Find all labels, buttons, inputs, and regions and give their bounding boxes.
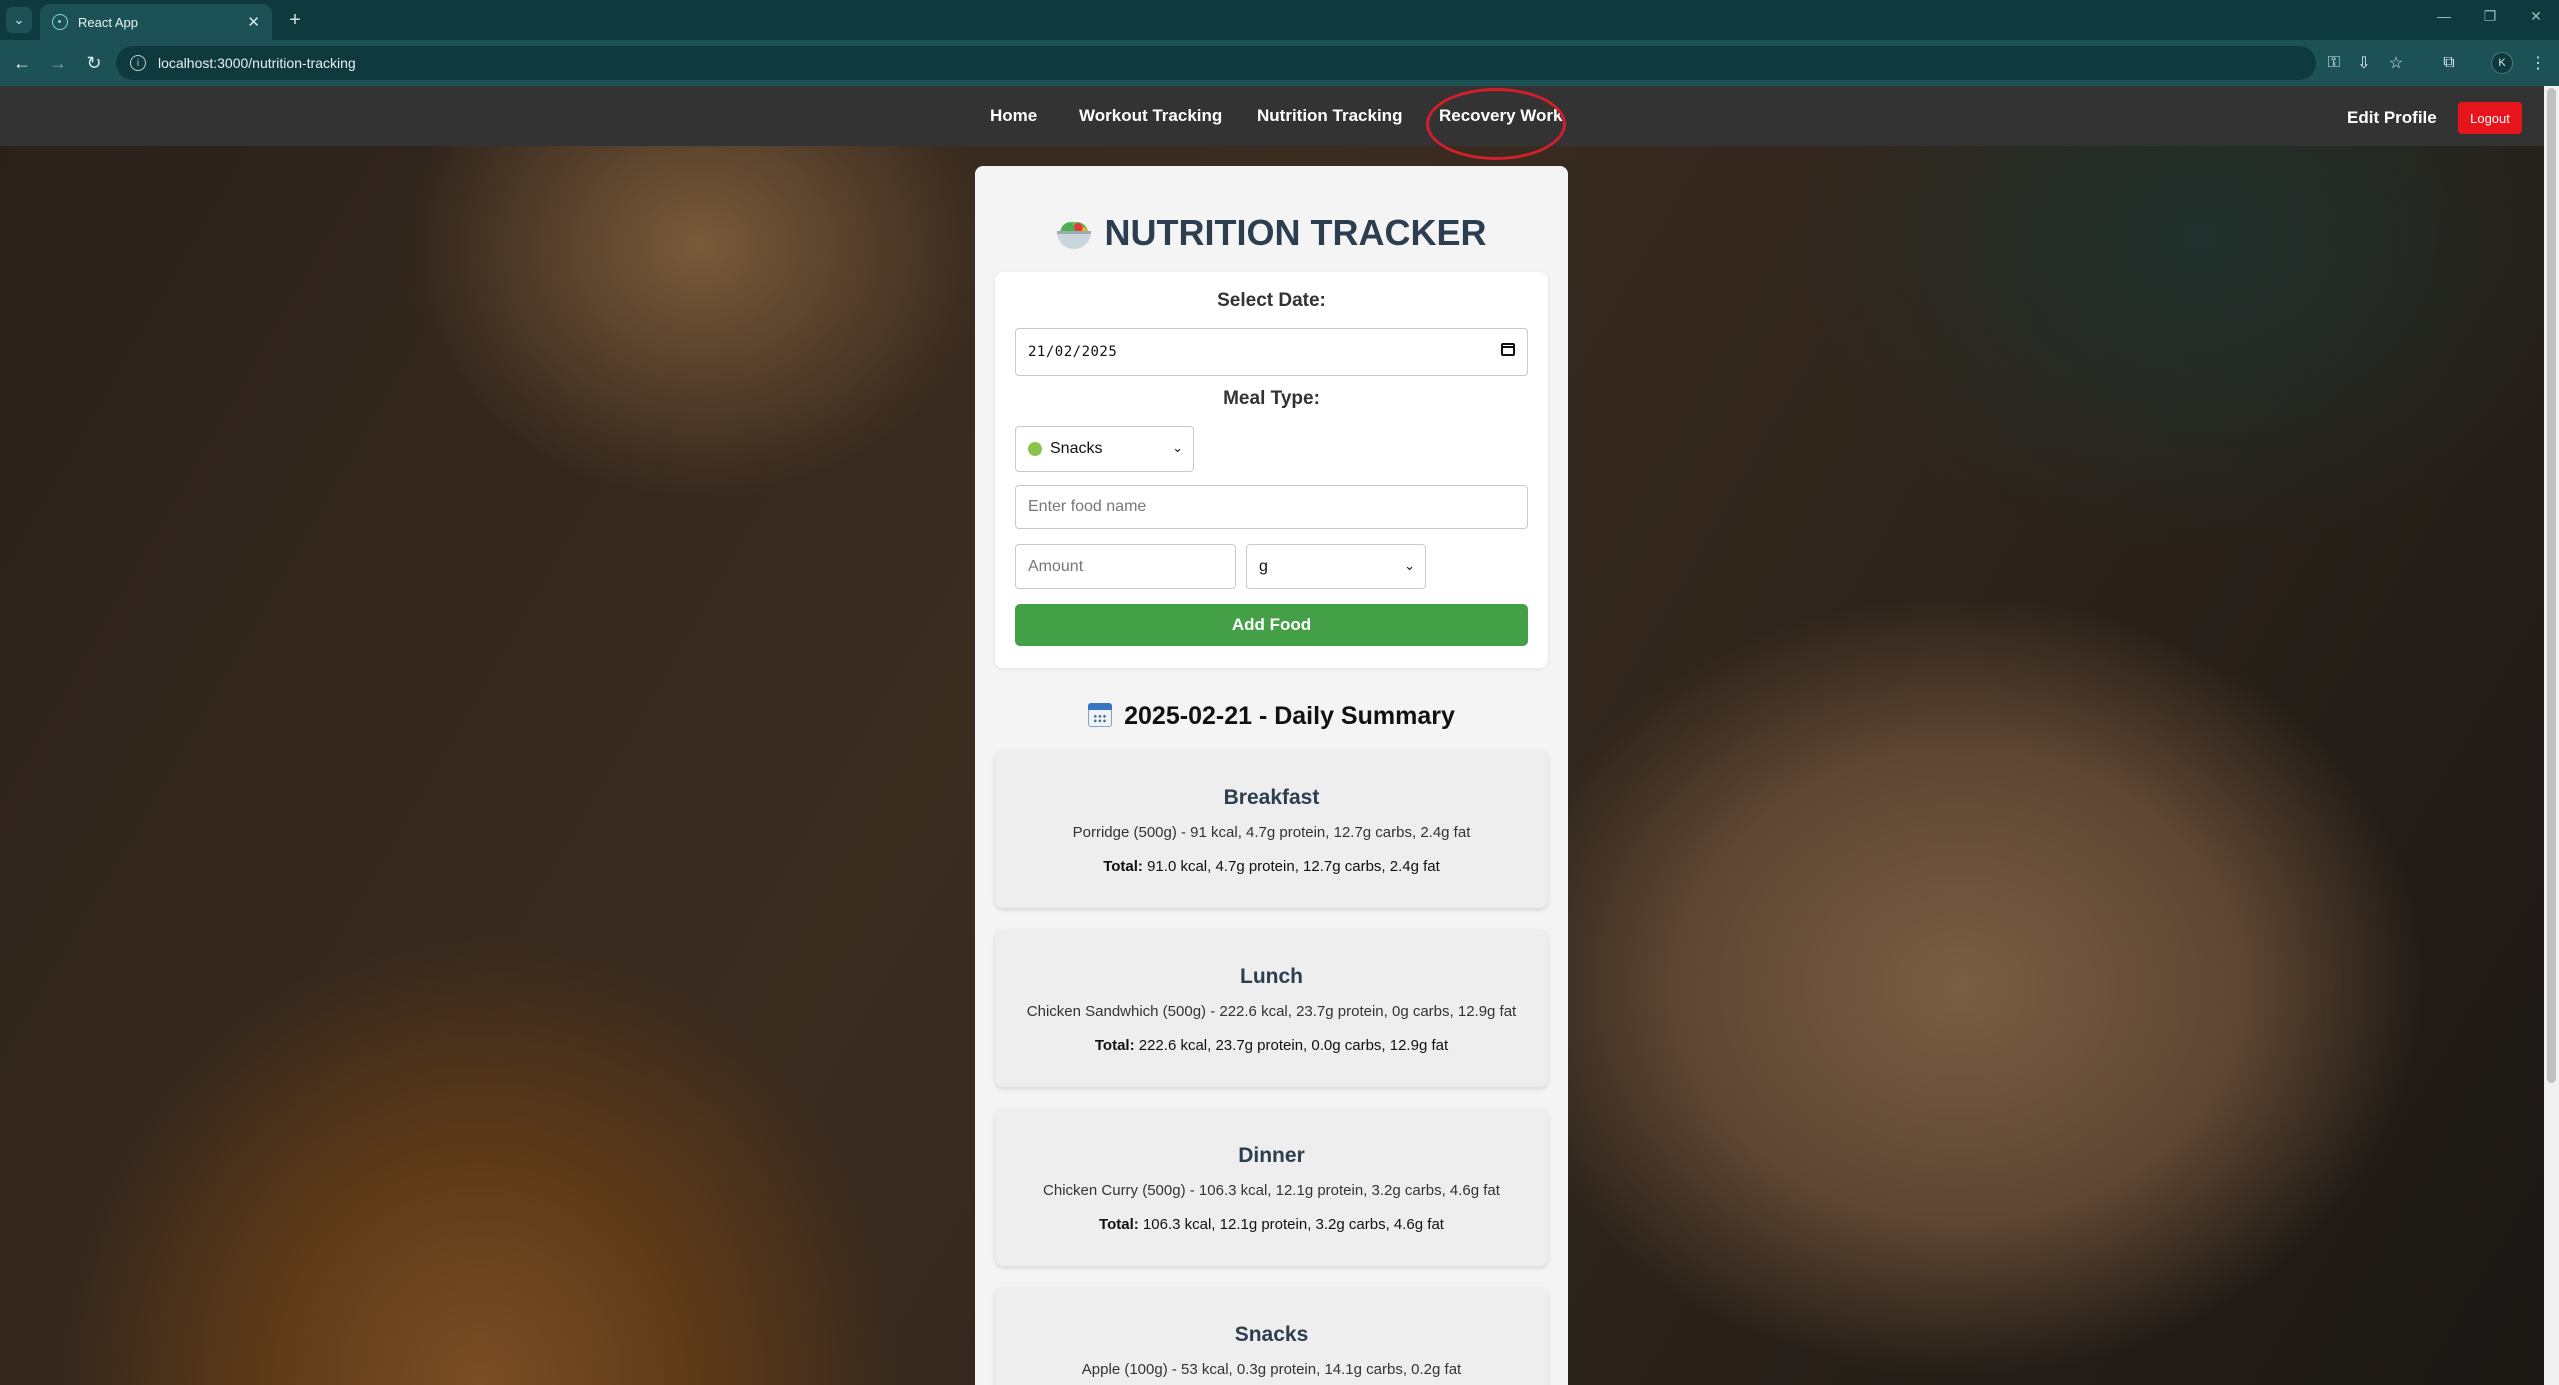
meal-type-label: Meal Type: bbox=[1223, 388, 1320, 409]
meal-type-select[interactable]: Snacks ⌄ bbox=[1015, 426, 1194, 472]
salad-bowl-icon bbox=[1056, 215, 1091, 249]
date-input[interactable]: 21/02/2025 bbox=[1015, 328, 1528, 376]
install-app-icon[interactable]: ⇩ bbox=[2353, 52, 2375, 74]
minimize-icon[interactable]: — bbox=[2430, 8, 2458, 24]
tab-close-icon[interactable]: ✕ bbox=[247, 13, 260, 31]
meal-food-item: Porridge (500g) - 91 kcal, 4.7g protein,… bbox=[1072, 824, 1471, 841]
chevron-down-icon: ⌄ bbox=[1404, 557, 1415, 573]
url-text: localhost:3000/nutrition-tracking bbox=[158, 55, 356, 71]
profile-avatar[interactable]: K bbox=[2491, 52, 2513, 74]
react-favicon-icon bbox=[52, 14, 68, 30]
daily-summary-title: 2025-02-21 - Daily Summary bbox=[975, 702, 1568, 731]
meal-name: Lunch bbox=[1240, 965, 1303, 988]
nav-nutrition-tracking[interactable]: Nutrition Tracking bbox=[1257, 86, 1402, 146]
address-bar[interactable]: i localhost:3000/nutrition-tracking bbox=[116, 46, 2316, 80]
bookmark-star-icon[interactable]: ☆ bbox=[2385, 52, 2407, 74]
meal-total: Total: 91.0 kcal, 4.7g protein, 12.7g ca… bbox=[1103, 858, 1440, 875]
meal-food-item: Chicken Curry (500g) - 106.3 kcal, 12.1g… bbox=[1043, 1182, 1500, 1199]
browser-tabstrip: ⌄ React App ✕ + — ❐ ✕ bbox=[0, 0, 2559, 40]
nutrition-tracker-panel: NUTRITION TRACKER Select Date: 21/02/202… bbox=[975, 166, 1568, 1385]
calendar-picker-icon[interactable] bbox=[1501, 343, 1515, 356]
back-arrow-icon[interactable]: ← bbox=[10, 51, 34, 75]
date-label: Select Date: bbox=[1217, 290, 1326, 311]
calendar-icon bbox=[1088, 703, 1113, 727]
password-key-icon[interactable]: ⚿ bbox=[2323, 52, 2345, 74]
tab-title: React App bbox=[78, 14, 138, 30]
amount-placeholder: Amount bbox=[1028, 557, 1084, 575]
browser-tab[interactable]: React App ✕ bbox=[40, 4, 272, 40]
meal-total: Total: 222.6 kcal, 23.7g protein, 0.0g c… bbox=[1094, 1037, 1449, 1054]
edit-profile-link[interactable]: Edit Profile bbox=[2347, 86, 2437, 150]
reload-icon[interactable]: ↻ bbox=[82, 51, 106, 75]
forward-arrow-icon[interactable]: → bbox=[46, 51, 70, 75]
page-title: NUTRITION TRACKER bbox=[975, 212, 1568, 254]
amount-input[interactable]: Amount bbox=[1015, 544, 1236, 589]
meal-card-lunch: Lunch Chicken Sandwhich (500g) - 222.6 k… bbox=[995, 929, 1548, 1087]
new-tab-icon[interactable]: + bbox=[282, 7, 308, 33]
meal-name: Dinner bbox=[1238, 1144, 1305, 1167]
browser-toolbar: ← → ↻ i localhost:3000/nutrition-trackin… bbox=[0, 40, 2559, 86]
meal-card-breakfast: Breakfast Porridge (500g) - 91 kcal, 4.7… bbox=[995, 750, 1548, 908]
app-navbar: Home Workout Tracking Nutrition Tracking… bbox=[0, 86, 2544, 146]
food-name-placeholder: Enter food name bbox=[1028, 498, 1147, 515]
site-info-icon[interactable]: i bbox=[130, 55, 146, 71]
close-window-icon[interactable]: ✕ bbox=[2522, 8, 2550, 25]
logout-button[interactable]: Logout bbox=[2458, 102, 2522, 134]
unit-value: g bbox=[1259, 557, 1268, 575]
nav-workout-tracking[interactable]: Workout Tracking bbox=[1079, 86, 1222, 146]
meal-type-value: Snacks bbox=[1050, 440, 1103, 457]
date-value: 21/02/2025 bbox=[1028, 344, 1118, 360]
meal-name: Snacks bbox=[1234, 1323, 1309, 1346]
meal-card-dinner: Dinner Chicken Curry (500g) - 106.3 kcal… bbox=[995, 1108, 1548, 1266]
chevron-down-icon: ⌄ bbox=[1172, 440, 1183, 456]
unit-select[interactable]: g ⌄ bbox=[1246, 544, 1426, 589]
add-food-button[interactable]: Add Food bbox=[1015, 604, 1528, 646]
tab-list-chevron-icon[interactable]: ⌄ bbox=[6, 7, 32, 33]
meal-total: Total: 106.3 kcal, 12.1g protein, 3.2g c… bbox=[1099, 1216, 1444, 1233]
green-apple-icon bbox=[1028, 442, 1042, 456]
add-food-form: Select Date: 21/02/2025 Meal Type: Snack… bbox=[995, 272, 1548, 668]
meal-name: Breakfast bbox=[1223, 786, 1320, 809]
meal-food-item: Chicken Sandwhich (500g) - 222.6 kcal, 2… bbox=[1026, 1003, 1517, 1020]
scrollbar-thumb[interactable] bbox=[2547, 88, 2556, 1083]
meal-card-snacks: Snacks Apple (100g) - 53 kcal, 0.3g prot… bbox=[995, 1287, 1548, 1385]
nav-recovery-work[interactable]: Recovery Work bbox=[1439, 86, 1562, 146]
menu-kebab-icon[interactable]: ⋮ bbox=[2527, 52, 2549, 74]
page-scrollbar[interactable] bbox=[2544, 86, 2559, 1385]
extensions-puzzle-icon[interactable]: ⧉ bbox=[2438, 52, 2460, 74]
nav-home[interactable]: Home bbox=[990, 86, 1037, 146]
restore-icon[interactable]: ❐ bbox=[2476, 8, 2504, 25]
page-viewport: Home Workout Tracking Nutrition Tracking… bbox=[0, 86, 2559, 1385]
food-name-input[interactable]: Enter food name bbox=[1015, 485, 1528, 529]
meal-food-item: Apple (100g) - 53 kcal, 0.3g protein, 14… bbox=[1081, 1361, 1462, 1378]
